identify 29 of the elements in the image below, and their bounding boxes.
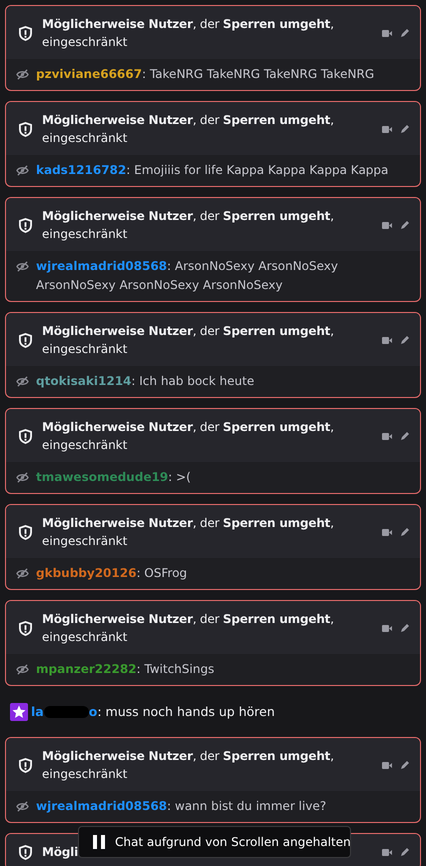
warning-subtitle: eingeschränkt: [42, 341, 128, 358]
warning-subtitle: eingeschränkt: [42, 629, 128, 646]
warning-title: Möglicherweise Nutzer, der Sperren umgeht,: [42, 611, 335, 628]
warning-subtitle: eingeschränkt: [42, 34, 128, 51]
chat-message: wjrealmadrid08568: wann bist du immer live?: [36, 798, 326, 815]
chat-message: pzviviane66667: TakeNRG TakeNRG TakeNRG TakeNRG: [36, 66, 374, 83]
warning-subtitle: eingeschränkt: [42, 437, 128, 454]
warning-subtitle: eingeschränkt: [42, 766, 128, 783]
warning-title: Möglicherweise Nutzer, der Sperren umgeht,: [42, 208, 335, 225]
message-text: : muss noch hands up hören: [97, 704, 275, 719]
warning-title: Möglicherweise Nutzer, der Sperren umgeht,: [42, 748, 335, 765]
warning-title: Möglicherweise Nutzer, der Sperren umgeht,: [42, 112, 335, 129]
chat-message: kads1216782: Emojiiis for life Kappa Kappa Kappa Kappa: [36, 162, 388, 179]
warning-title: Möglicherweise Nutzer, der Sperren umgeht,: [42, 16, 335, 33]
warning-title: Möglicherweise Nutzer, der Sperren umgeht,: [42, 515, 335, 532]
chat-message: tmawesomedude19: >(: [36, 469, 191, 486]
warning-subtitle: eingeschränkt: [42, 533, 128, 550]
warning-title: Möglicherweise Nutzer, der Sperren umgeht,: [42, 419, 335, 436]
chat-message: wjrealmadrid08568: ArsonNoSexy ArsonNoSexy ArsonNoSexy ArsonNoSexy ArsonNoSexy: [36, 258, 340, 294]
username[interactable]: la: [31, 704, 44, 719]
chat-message: qtokisaki1214: Ich hab bock heute: [36, 373, 254, 390]
chat-message: gkbubby20126: OSFrog: [36, 565, 188, 582]
warning-subtitle: eingeschränkt: [42, 130, 128, 147]
chat-message: mpanzer22282: TwitchSings: [36, 661, 214, 678]
warning-subtitle: eingeschränkt: [42, 226, 128, 243]
chat-paused-banner[interactable]: Chat aufgrund von Scrollen angehalten: [78, 826, 351, 858]
username[interactable]: o: [88, 704, 98, 719]
warning-title: Mögli: [42, 844, 80, 861]
warning-title: Möglicherweise Nutzer, der Sperren umgeht,: [42, 323, 335, 340]
